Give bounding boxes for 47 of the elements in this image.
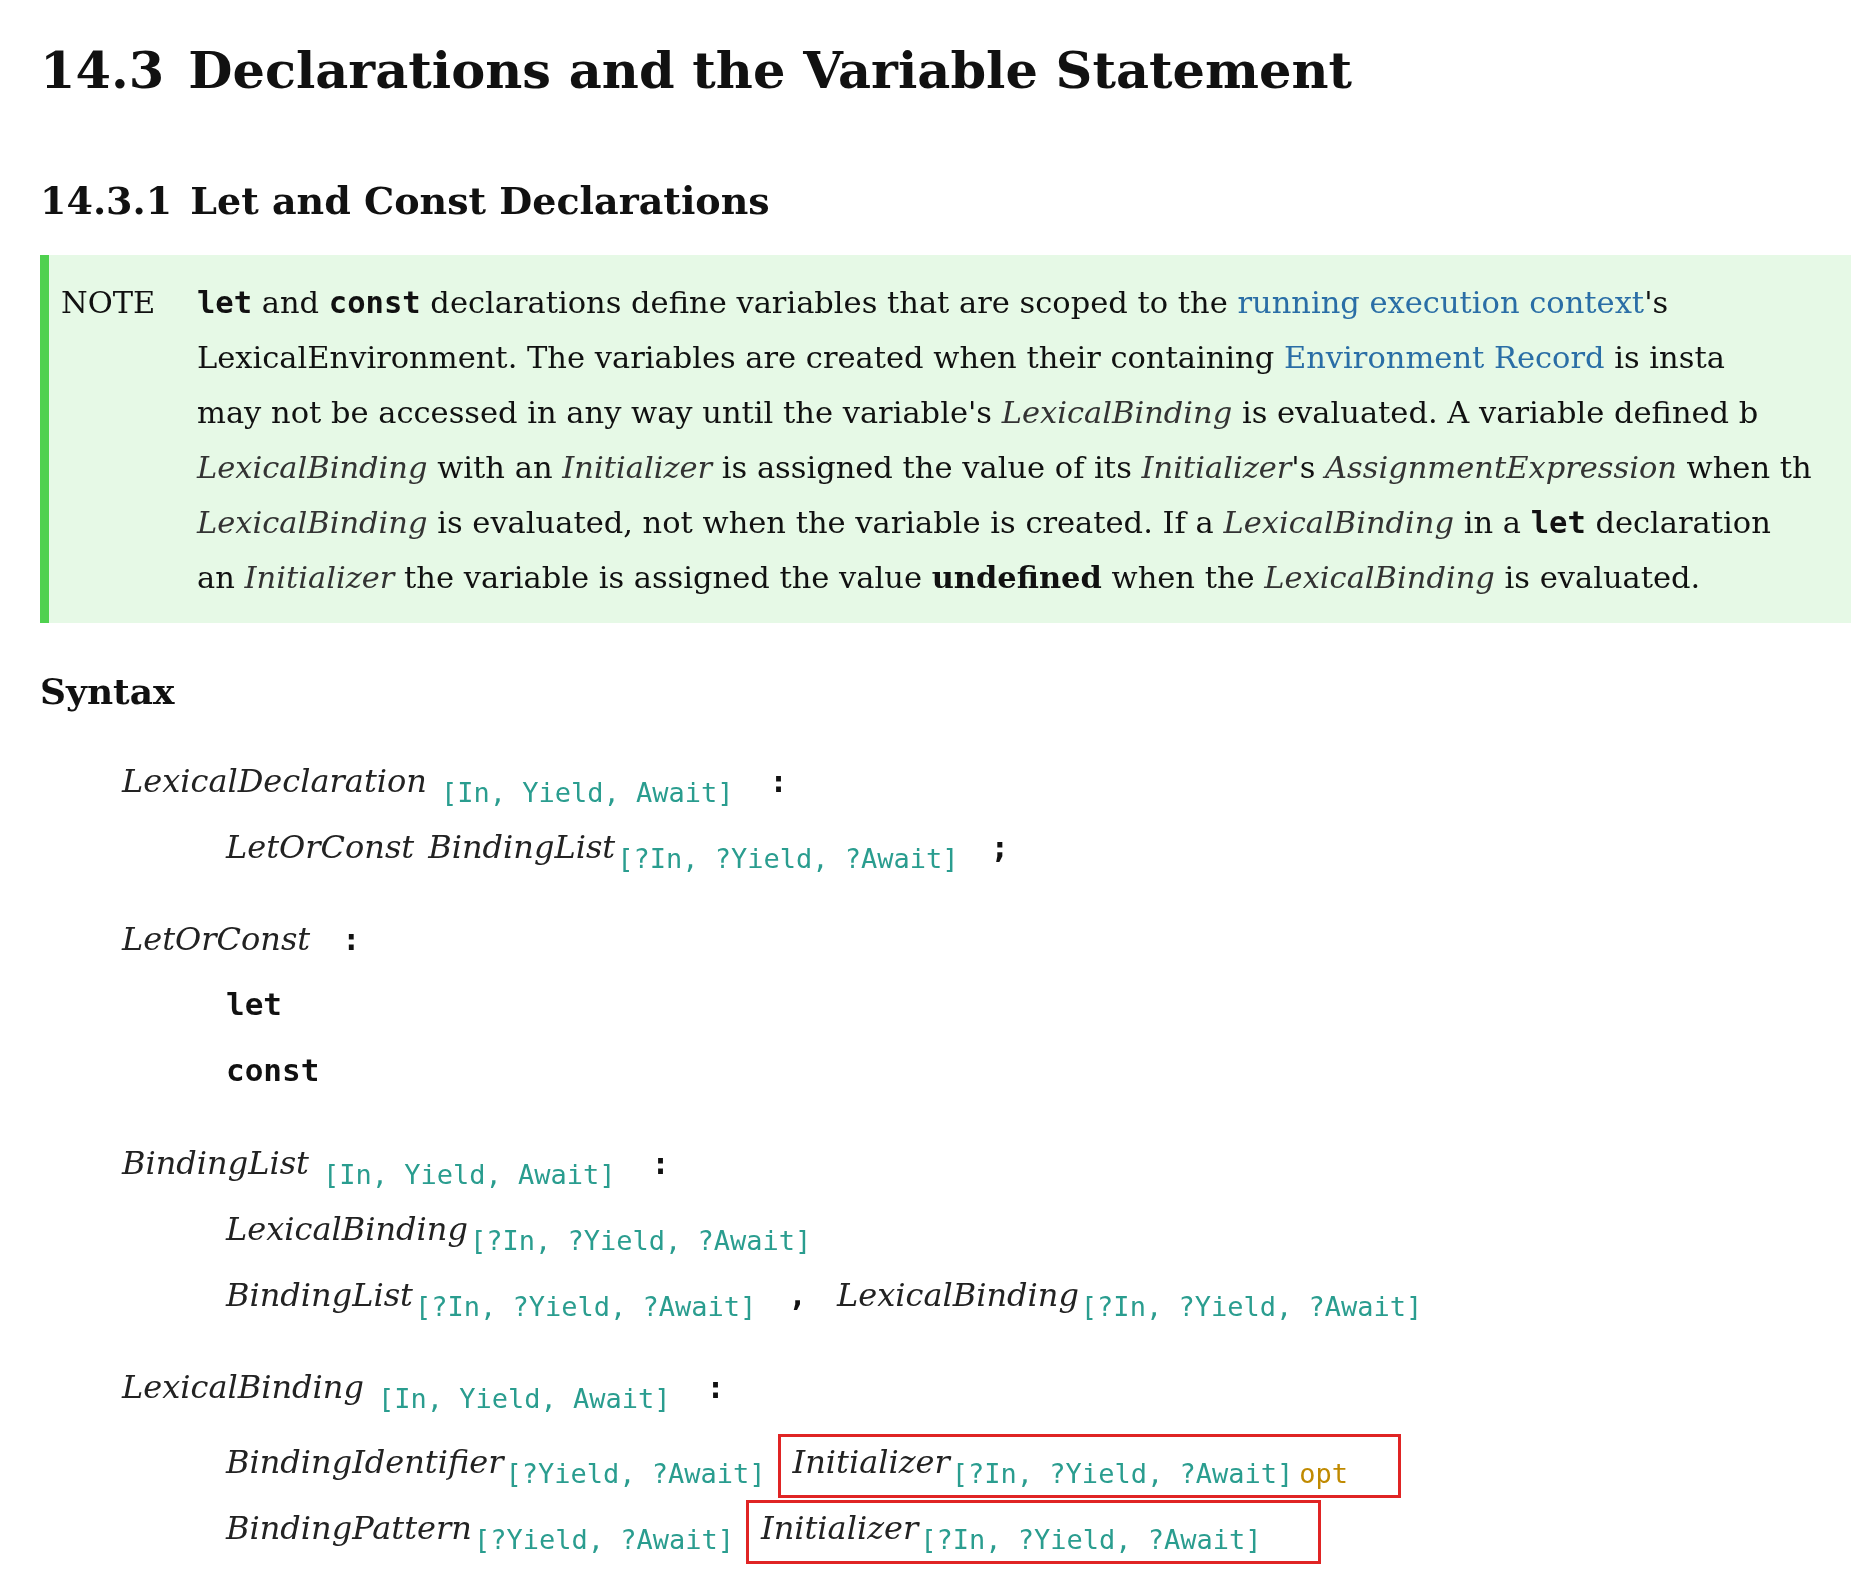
grammar-parameters: [?Yield, ?Await] xyxy=(505,1458,766,1489)
note-text-line: LexicalEnvironment. The variables are created when their containing Environment Record is insta xyxy=(197,339,1726,377)
nonterminal-name: LetOrConst xyxy=(226,828,415,866)
terminal-symbol: ; xyxy=(990,829,1010,865)
note-label: NOTE xyxy=(61,284,157,322)
nonterminal-name: LexicalDeclaration xyxy=(122,762,427,800)
grammar-parameters: [?In, ?Yield, ?Await] xyxy=(617,843,959,874)
text-link[interactable]: Environment Record xyxy=(1283,340,1605,375)
grammar-parameters: [In, Yield, Await] xyxy=(322,1159,616,1190)
nonterminal-name: BindingList xyxy=(122,1144,309,1182)
optional-marker: opt xyxy=(1299,1458,1348,1489)
grammar-parameters: [?Yield, ?Await] xyxy=(473,1524,734,1555)
grammar-parameters: [In, Yield, Await] xyxy=(377,1383,671,1414)
nonterminal-name: Initializer xyxy=(792,1443,950,1481)
section-number: 14.3 xyxy=(40,40,165,100)
note-text-line: may not be accessed in any way until the variable's LexicalBinding is evaluated. A variable defined b xyxy=(197,394,1760,432)
colon-symbol: : xyxy=(651,1146,670,1181)
nonterminal-name: Initializer xyxy=(761,1509,919,1547)
grammar-parameters: [?In, ?Yield, ?Await] xyxy=(414,1291,757,1322)
nonterminal-name: BindingPattern xyxy=(226,1509,472,1547)
nonterminal-name: BindingIdentifier xyxy=(226,1443,504,1481)
subsection-number: 14.3.1 xyxy=(40,178,173,223)
colon-symbol: : xyxy=(342,922,361,957)
nonterminal-name: BindingList xyxy=(428,828,616,866)
note-text-line: LexicalBinding with an Initializer is assigned the value of its Initializer's AssignmentExpression when th xyxy=(197,449,1812,487)
grammar-parameters: [?In, ?Yield, ?Await] xyxy=(951,1458,1294,1489)
grammar-parameters: [?In, ?Yield, ?Await] xyxy=(1080,1291,1423,1322)
nonterminal-name: LexicalBinding xyxy=(122,1368,364,1406)
note-text-line: let and const declarations define variables that are scoped to the running execution context's xyxy=(197,284,1670,322)
terminal-symbol: , xyxy=(788,1277,807,1313)
section-title: Declarations and the Variable Statement xyxy=(188,40,1353,100)
terminal-symbol: const xyxy=(226,1052,320,1088)
grammar-parameters: [?In, ?Yield, ?Await] xyxy=(469,1225,812,1256)
text-link[interactable]: running execution context xyxy=(1237,285,1645,320)
colon-symbol: : xyxy=(769,764,788,799)
note-text-line: LexicalBinding is evaluated, not when the variable is created. If a LexicalBinding in a let declaration xyxy=(197,504,1772,542)
colon-symbol: : xyxy=(706,1370,725,1405)
nonterminal-name: LexicalBinding xyxy=(226,1210,468,1248)
grammar-parameters: [In, Yield, Await] xyxy=(440,777,734,808)
nonterminal-name: LexicalBinding xyxy=(837,1276,1079,1314)
nonterminal-name: BindingList xyxy=(226,1276,413,1314)
subsection-title: Let and Const Declarations xyxy=(190,178,770,223)
syntax-heading: Syntax xyxy=(40,670,176,712)
note-text-line: an Initializer the variable is assigned the value undefined when the LexicalBinding is evaluated. xyxy=(197,558,1702,597)
nonterminal-name: LetOrConst xyxy=(122,920,311,958)
terminal-symbol: let xyxy=(226,986,282,1022)
grammar-parameters: [?In, ?Yield, ?Await] xyxy=(920,1524,1262,1555)
